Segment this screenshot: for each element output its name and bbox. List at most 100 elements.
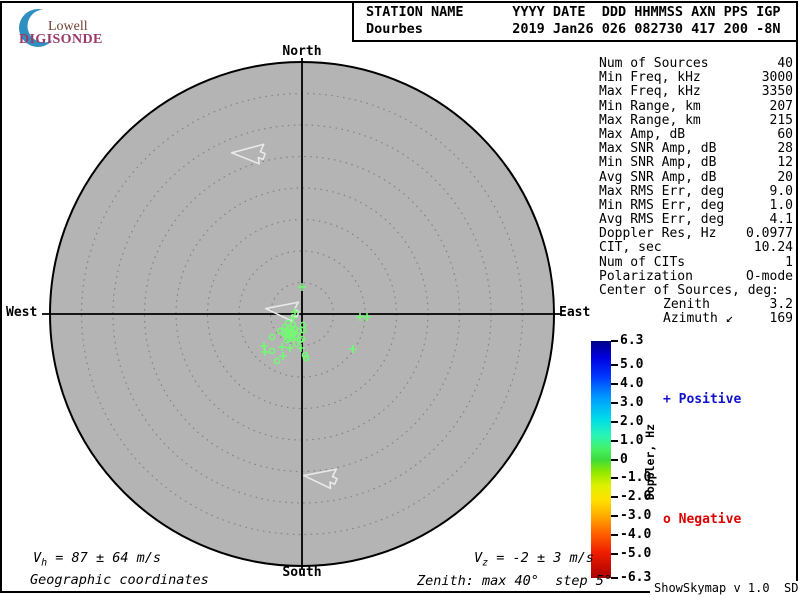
doppler-colorbar xyxy=(591,341,611,578)
stat-label: Center of Sources, deg: xyxy=(599,284,779,298)
stat-row: Center of Sources, deg: xyxy=(599,284,793,298)
stat-row: Azimuth ↙ 169 xyxy=(599,312,793,326)
stat-row: CIT, sec 10.24 xyxy=(599,241,793,255)
stat-value: 28 xyxy=(777,142,793,156)
stats-panel: Num of Sources40Min Freq, kHz3000Max Fre… xyxy=(599,57,793,327)
plus-marker-icon: + xyxy=(663,392,671,407)
stat-label: Num of CITs xyxy=(599,256,685,270)
legend-negative: o Negative xyxy=(663,512,741,527)
colorbar-tick xyxy=(611,553,618,555)
colorbar-tick xyxy=(611,383,618,385)
legend-positive-label: Positive xyxy=(679,392,742,407)
stat-row: Max Range, km 215 xyxy=(599,114,793,128)
colorbar-tick-label: 2.0 xyxy=(620,415,643,429)
stat-label: Max Freq, kHz xyxy=(599,85,701,99)
stat-label: Num of Sources xyxy=(599,57,709,71)
compass-label-south: South xyxy=(272,565,332,580)
stat-row: Min Range, km 207 xyxy=(599,100,793,114)
stat-value: 3350 xyxy=(762,85,793,99)
stat-row: Max SNR Amp, dB 28 xyxy=(599,142,793,156)
colorbar-tick-label: -5.0 xyxy=(620,547,651,561)
stat-label: Azimuth ↙ xyxy=(599,312,733,326)
stat-value: 40 xyxy=(777,57,793,71)
legend-positive: + Positive xyxy=(663,392,741,407)
colorbar-tick-label: -3.0 xyxy=(620,509,651,523)
colorbar-tick-label: 5.0 xyxy=(620,358,643,372)
stat-label: CIT, sec xyxy=(599,241,662,255)
circle-marker-icon: o xyxy=(663,512,671,527)
stat-value: 169 xyxy=(770,312,793,326)
stat-value: 60 xyxy=(777,128,793,142)
colorbar-tick-label: 0 xyxy=(620,453,628,467)
stat-value: 10.24 xyxy=(754,241,793,255)
showskymap-page: Lowell DIGISONDE STATION NAME YYYY DATE … xyxy=(0,0,800,600)
stat-value: 1 xyxy=(785,256,793,270)
compass-label-east: East xyxy=(559,305,599,320)
stat-value: 4.1 xyxy=(770,213,793,227)
stat-row: Polarization O-mode xyxy=(599,270,793,284)
stat-value: 20 xyxy=(777,171,793,185)
stat-label: Max Range, km xyxy=(599,114,701,128)
colorbar-tick xyxy=(611,515,618,517)
stat-row: Avg SNR Amp, dB 20 xyxy=(599,171,793,185)
stat-row: Doppler Res, Hz 0.0977 xyxy=(599,227,793,241)
logo-digisonde-text: DIGISONDE xyxy=(19,32,103,48)
stat-value: 9.0 xyxy=(770,185,793,199)
stat-value: O-mode xyxy=(746,270,793,284)
colorbar-tick xyxy=(611,364,618,366)
colorbar-tick-label: 6.3 xyxy=(620,334,643,348)
colorbar-tick-label: -6.3 xyxy=(620,571,651,585)
stat-value: 0.0977 xyxy=(746,227,793,241)
vz-velocity-text: Vz = -2 ± 3 m/s xyxy=(474,550,594,569)
zenith-range-label: Zenith: max 40° step 5° xyxy=(417,573,612,589)
stat-value: 215 xyxy=(770,114,793,128)
stat-label: Min RMS Err, deg xyxy=(599,199,724,213)
vh-velocity-text: Vh = 87 ± 64 m/s xyxy=(33,550,161,569)
stat-label: Min Range, km xyxy=(599,100,701,114)
stat-row: Zenith 3.2 xyxy=(599,298,793,312)
colorbar-tick xyxy=(611,402,618,404)
colorbar-tick-label: -4.0 xyxy=(620,528,651,542)
colorbar-tick xyxy=(611,496,618,498)
stat-value: 12 xyxy=(777,156,793,170)
stat-label: Zenith xyxy=(599,298,710,312)
colorbar-tick xyxy=(611,440,618,442)
stat-value: 1.0 xyxy=(770,199,793,213)
stat-value: 3000 xyxy=(762,71,793,85)
stat-row: Max Freq, kHz 3350 xyxy=(599,85,793,99)
stat-row: Max Amp, dB 60 xyxy=(599,128,793,142)
colorbar-tick-label: 3.0 xyxy=(620,396,643,410)
compass-label-north: North xyxy=(272,44,332,59)
stat-row: Num of Sources 40 xyxy=(599,57,793,71)
stat-label: Polarization xyxy=(599,270,693,284)
stat-row: Max RMS Err, deg 9.0 xyxy=(599,185,793,199)
version-label: ShowSkymap v 1.0 SD v 5.1 xyxy=(650,581,800,595)
stat-label: Doppler Res, Hz xyxy=(599,227,716,241)
stat-value: 3.2 xyxy=(770,298,793,312)
stat-label: Max SNR Amp, dB xyxy=(599,142,716,156)
stat-label: Avg SNR Amp, dB xyxy=(599,171,716,185)
stat-row: Min RMS Err, deg 1.0 xyxy=(599,199,793,213)
stat-value: 207 xyxy=(770,100,793,114)
colorbar-tick-label: 4.0 xyxy=(620,377,643,391)
stat-row: Num of CITs 1 xyxy=(599,256,793,270)
legend-negative-label: Negative xyxy=(679,512,742,527)
colorbar-axis-label: Doppler, Hz xyxy=(643,424,657,500)
compass-label-west: West xyxy=(6,305,42,320)
stat-label: Min Freq, kHz xyxy=(599,71,701,85)
stat-row: Min SNR Amp, dB 12 xyxy=(599,156,793,170)
colorbar-tick xyxy=(611,477,618,479)
stat-label: Min SNR Amp, dB xyxy=(599,156,716,170)
stat-row: Min Freq, kHz 3000 xyxy=(599,71,793,85)
stat-row: Avg RMS Err, deg 4.1 xyxy=(599,213,793,227)
colorbar-tick xyxy=(611,340,618,342)
lowell-digisonde-logo: Lowell DIGISONDE xyxy=(10,3,140,49)
stat-label: Max RMS Err, deg xyxy=(599,185,724,199)
stat-label: Avg RMS Err, deg xyxy=(599,213,724,227)
colorbar-tick xyxy=(611,459,618,461)
stat-label: Max Amp, dB xyxy=(599,128,685,142)
colorbar-tick xyxy=(611,534,618,536)
colorbar-tick-label: 1.0 xyxy=(620,434,643,448)
colorbar-tick xyxy=(611,421,618,423)
coordinates-label: Geographic coordinates xyxy=(30,572,209,588)
